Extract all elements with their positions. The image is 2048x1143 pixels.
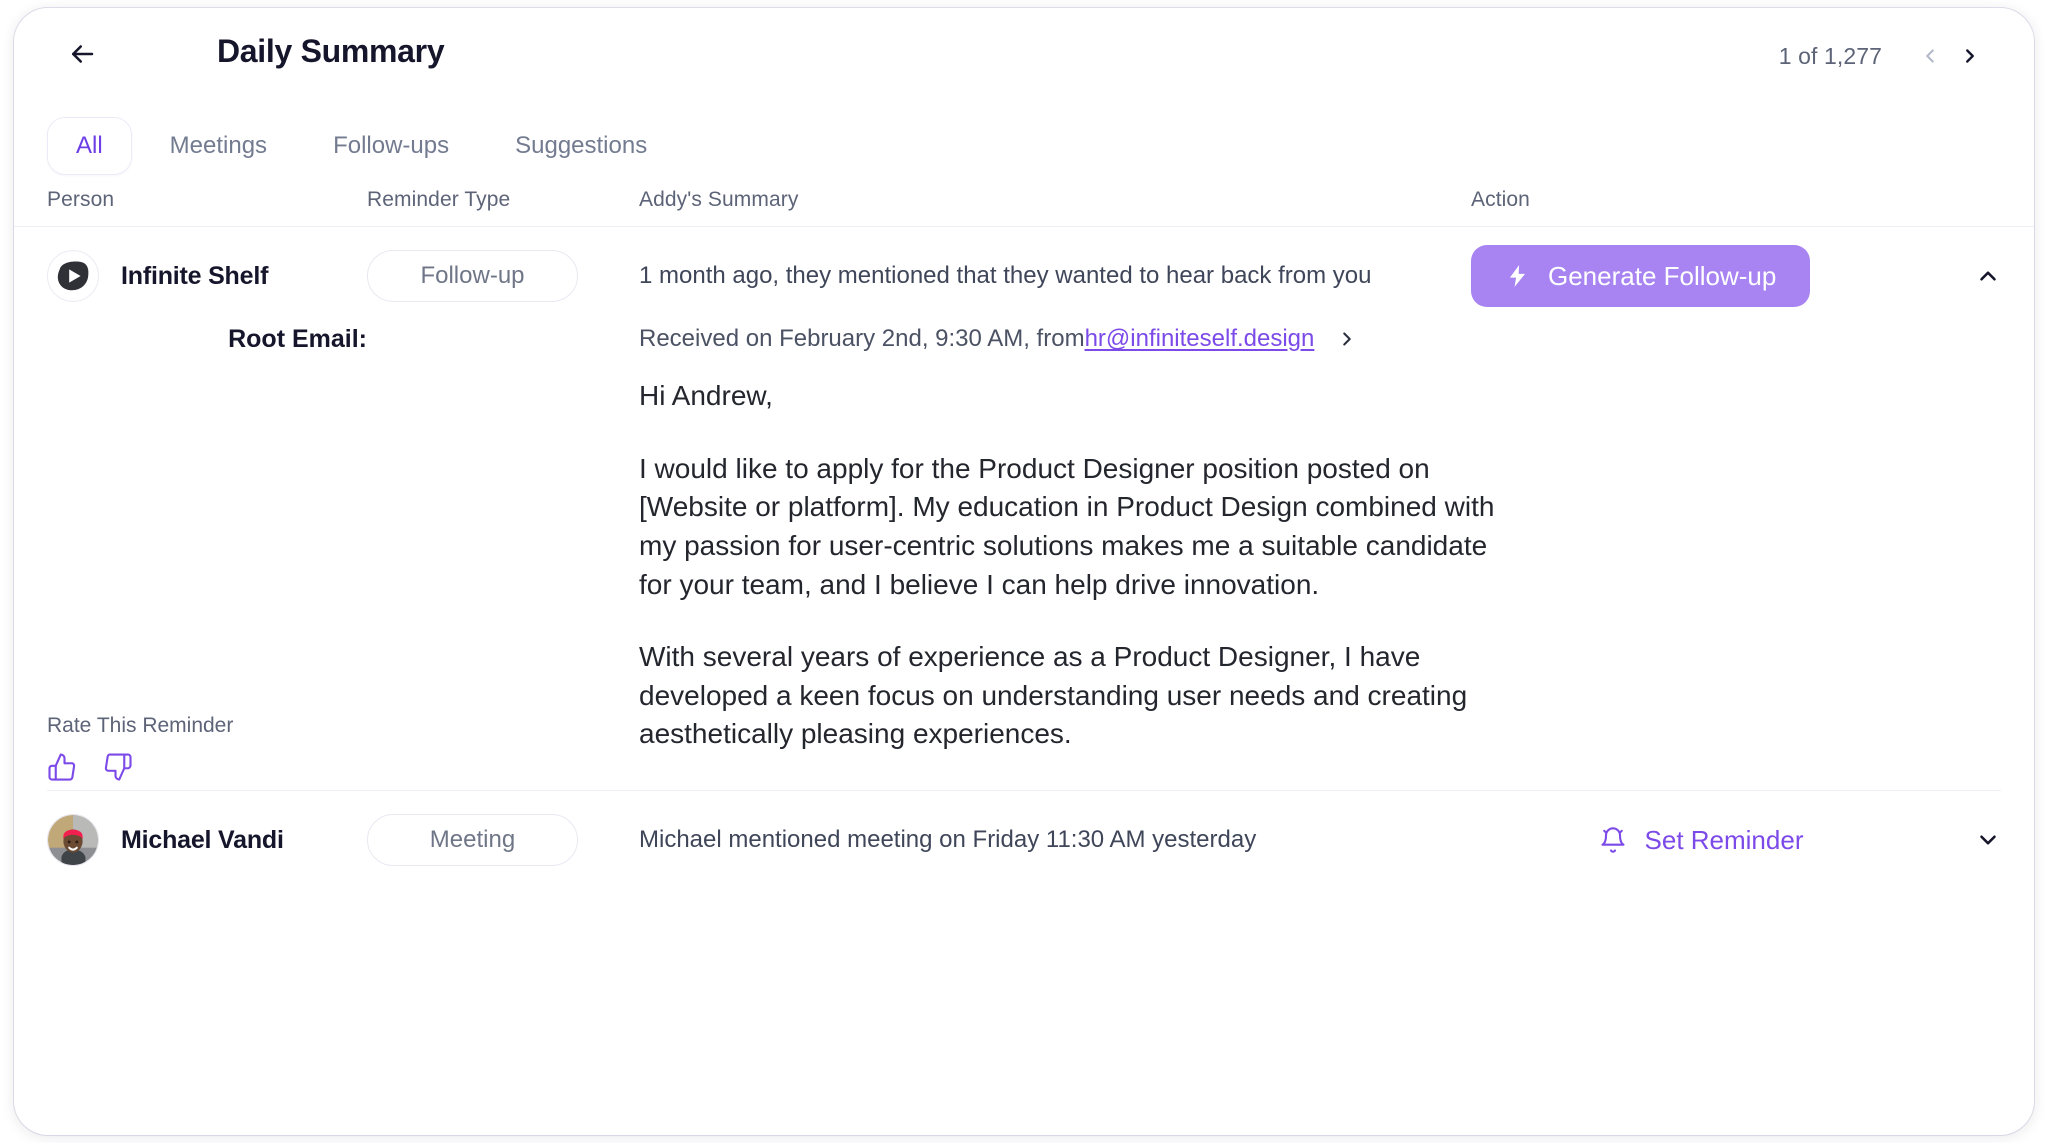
detail-type-spacer [367, 325, 639, 790]
lightning-bolt-icon [1509, 265, 1526, 287]
filter-tabs: All Meetings Follow-ups Suggestions [14, 104, 2034, 188]
user-photo-icon [48, 815, 98, 865]
root-email-label: Root Email: [228, 325, 367, 353]
pagination: 1 of 1,277 [1779, 36, 1990, 76]
tab-all[interactable]: All [47, 117, 132, 175]
table-row[interactable]: Michael Vandi Meeting Michael mentioned … [14, 791, 2034, 889]
rate-reminder-label: Rate This Reminder [47, 714, 234, 737]
summary-cell: 1 month ago, they mentioned that they wa… [639, 262, 1471, 290]
action-cell: Generate Follow-up [1471, 245, 1931, 307]
set-reminder-button[interactable]: Set Reminder [1599, 824, 1804, 856]
email-paragraph: With several years of experience as a Pr… [639, 641, 1468, 750]
reminder-type-badge[interactable]: Follow-up [367, 250, 578, 302]
thumbs-up-icon [48, 753, 76, 781]
tab-suggestions[interactable]: Suggestions [487, 118, 675, 174]
sender-email-link[interactable]: hr@infiniteself.design [1085, 325, 1315, 353]
row-collapse-toggle[interactable] [1931, 227, 2001, 325]
email-paragraph: Hi Andrew, [639, 380, 773, 411]
detail-left-column: Root Email: Rate This Reminder [47, 325, 367, 790]
table-header: Person Reminder Type Addy's Summary Acti… [14, 188, 2034, 227]
detail-body: Received on February 2nd, 9:30 AM, from … [639, 325, 2001, 790]
summary-text: Michael mentioned meeting on Friday 11:3… [639, 826, 1257, 853]
chevron-right-icon [1966, 49, 1974, 63]
summary-text: 1 month ago, they mentioned that they wa… [639, 262, 1372, 289]
chevron-left-icon [1926, 49, 1934, 63]
pagination-prev-button[interactable] [1910, 36, 1950, 76]
open-email-button[interactable] [1336, 328, 1358, 350]
tab-meetings[interactable]: Meetings [142, 118, 295, 174]
bell-icon [1600, 827, 1625, 853]
row-detail-panel: Root Email: Rate This Reminder Received … [14, 325, 2034, 790]
page-header: Daily Summary 1 of 1,277 [14, 8, 2034, 104]
generate-follow-up-label: Generate Follow-up [1548, 260, 1777, 291]
row-expand-toggle[interactable] [1931, 791, 2001, 889]
person-cell: Infinite Shelf [47, 250, 367, 302]
generate-follow-up-button[interactable]: Generate Follow-up [1471, 245, 1811, 307]
michael-vandi-photo-avatar [47, 814, 99, 866]
chevron-down-icon [1980, 835, 1996, 845]
thumbs-down-button[interactable] [103, 752, 133, 782]
pagination-next-button[interactable] [1950, 36, 1990, 76]
tab-follow-ups[interactable]: Follow-ups [305, 118, 477, 174]
column-header-reminder-type: Reminder Type [367, 188, 511, 211]
person-cell: Michael Vandi [47, 814, 367, 866]
play-blob-logo-icon [57, 261, 89, 291]
summary-cell: Michael mentioned meeting on Friday 11:3… [639, 826, 1471, 854]
thumbs-down-icon [104, 753, 132, 781]
root-email-meta: Received on February 2nd, 9:30 AM, from … [639, 325, 1358, 353]
reminder-type-cell: Follow-up [367, 250, 639, 302]
back-button[interactable] [58, 30, 106, 78]
column-header-action: Action [1471, 188, 1530, 211]
thumbs-up-button[interactable] [47, 752, 77, 782]
infinite-shelf-logo-avatar [47, 250, 99, 302]
email-body: Hi Andrew, I would like to apply for the… [639, 353, 2001, 754]
email-paragraph: I would like to apply for the Product De… [639, 452, 1495, 600]
person-name: Michael Vandi [121, 825, 284, 854]
column-header-summary: Addy's Summary [639, 188, 799, 211]
rate-reminder-block: Rate This Reminder [47, 714, 233, 782]
root-email-meta-row: Received on February 2nd, 9:30 AM, from … [639, 325, 2001, 353]
action-cell: Set Reminder [1471, 825, 1931, 856]
column-header-person: Person [47, 188, 115, 211]
person-name: Infinite Shelf [121, 261, 269, 290]
reminder-type-badge[interactable]: Meeting [367, 814, 578, 866]
chevron-right-icon [1343, 332, 1352, 346]
pagination-count: 1 of 1,277 [1778, 42, 1882, 69]
set-reminder-label: Set Reminder [1644, 824, 1804, 855]
reminder-type-cell: Meeting [367, 814, 639, 866]
root-email-received-prefix: Received on February 2nd, 9:30 AM, from [639, 325, 1085, 352]
page-title: Daily Summary [217, 33, 445, 69]
app-window: Daily Summary 1 of 1,277 All Meetings Fo… [14, 8, 2034, 1135]
table-row[interactable]: Infinite Shelf Follow-up 1 month ago, th… [14, 227, 2034, 325]
rate-reminder-icons [47, 752, 233, 782]
arrow-left-icon [72, 45, 94, 63]
chevron-up-icon [1980, 271, 1996, 281]
